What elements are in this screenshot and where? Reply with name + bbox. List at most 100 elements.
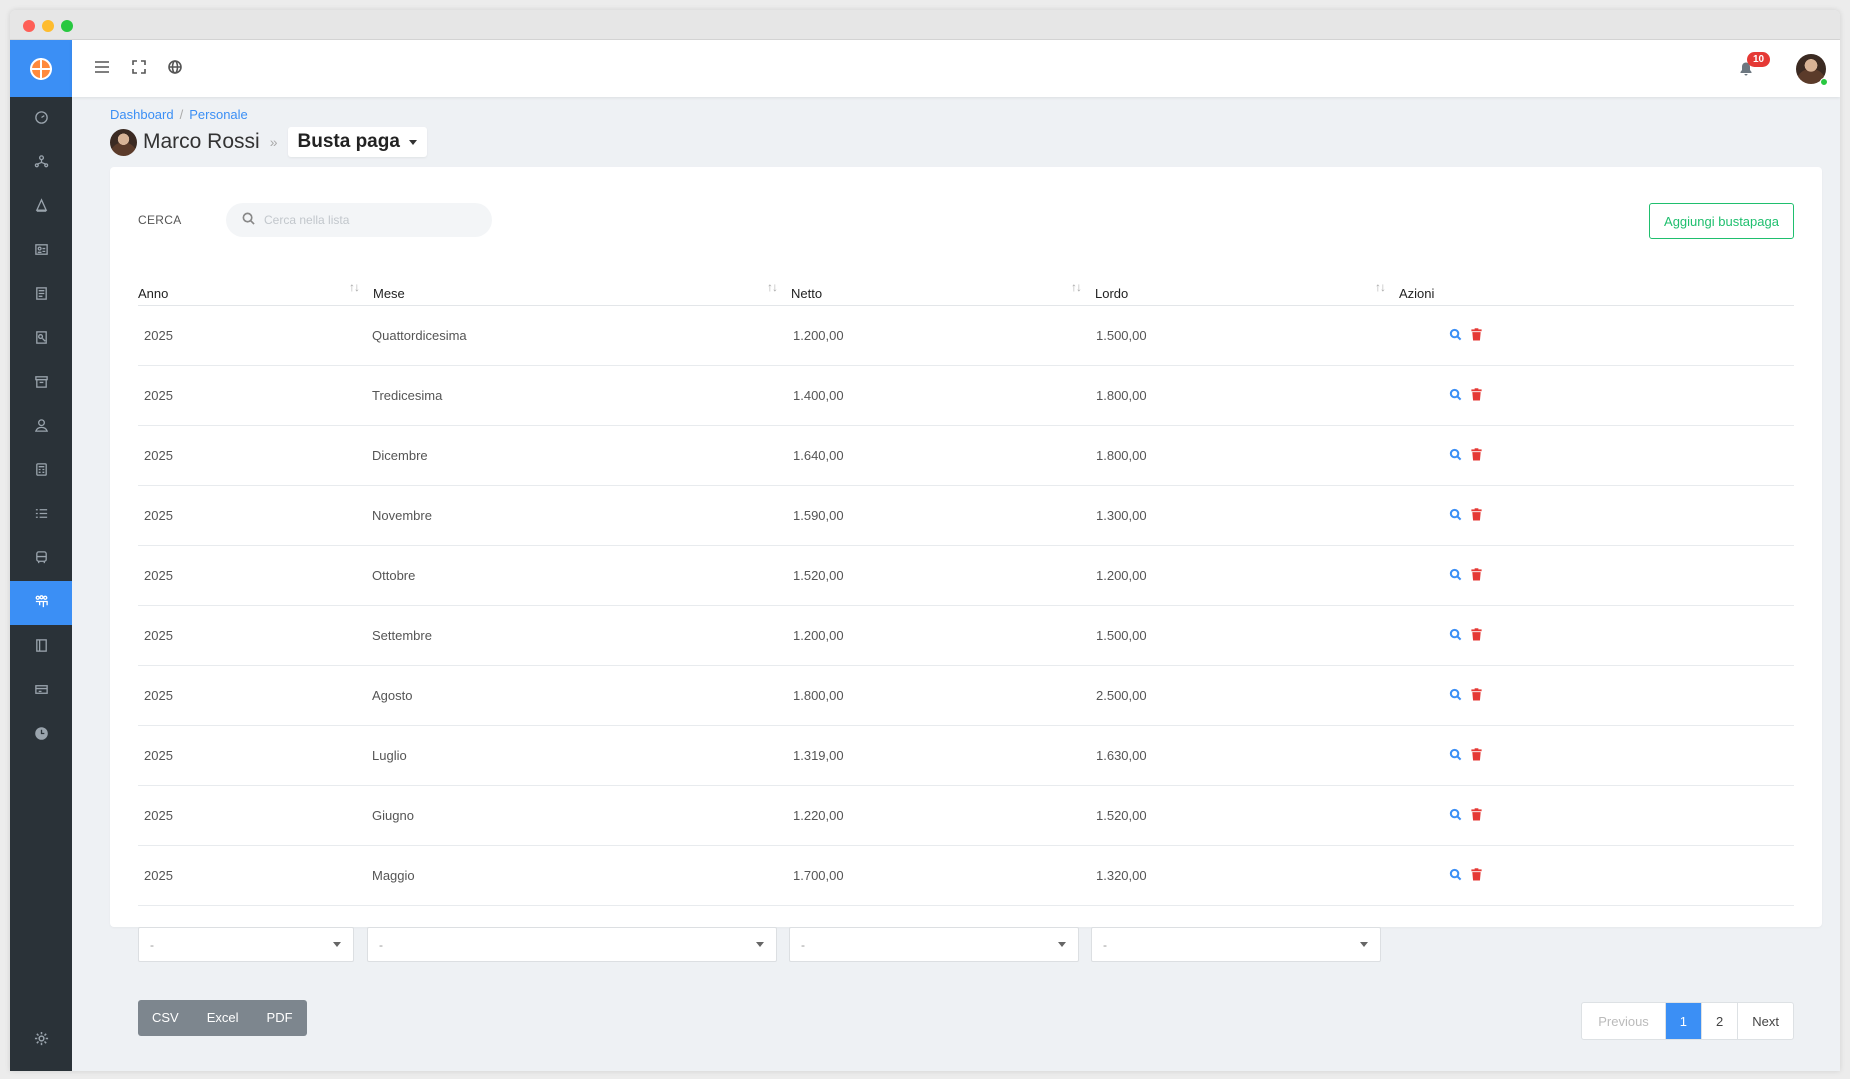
online-status-indicator <box>1820 78 1828 86</box>
delete-button[interactable] <box>1470 568 1484 582</box>
trash-icon <box>1470 808 1483 824</box>
magnifier-icon <box>1449 508 1462 524</box>
fullscreen-icon <box>130 58 148 79</box>
export-excel-button[interactable]: Excel <box>193 1000 253 1036</box>
payslip-card: CERCA Aggiungi bustapaga Anno ↑↓ Mese ↑↓… <box>110 167 1822 1040</box>
delete-button[interactable] <box>1470 328 1484 342</box>
column-header-mese[interactable]: Mese <box>373 286 405 301</box>
basketball-logo-icon <box>30 57 52 80</box>
export-pdf-button[interactable]: PDF <box>253 1000 307 1036</box>
sidebar-item-user[interactable] <box>10 405 72 449</box>
column-header-anno[interactable]: Anno <box>138 286 168 301</box>
filter-lordo-select[interactable]: - <box>1091 927 1381 962</box>
maximize-window-button[interactable] <box>61 20 73 32</box>
sidebar-item-id-card[interactable] <box>10 229 72 273</box>
sidebar-item-clock[interactable] <box>10 713 72 757</box>
delete-button[interactable] <box>1470 748 1484 762</box>
table-row: 2025 Giugno 1.220,00 1.520,00 <box>138 786 1794 846</box>
view-button[interactable] <box>1449 388 1463 402</box>
filter-netto-select[interactable]: - <box>789 927 1079 962</box>
view-button[interactable] <box>1449 688 1463 702</box>
sidebar-settings[interactable] <box>10 1025 72 1055</box>
view-button[interactable] <box>1449 868 1463 882</box>
sidebar-item-book[interactable] <box>10 625 72 669</box>
sidebar-item-ticket[interactable] <box>10 669 72 713</box>
sidebar-item-report[interactable] <box>10 317 72 361</box>
view-button[interactable] <box>1449 808 1463 822</box>
document-icon <box>34 286 49 304</box>
sidebar-item-pen[interactable] <box>10 185 72 229</box>
view-button[interactable] <box>1449 568 1463 582</box>
delete-button[interactable] <box>1470 628 1484 642</box>
view-button[interactable] <box>1449 448 1463 462</box>
filter-value: - <box>150 938 154 952</box>
magnifier-icon <box>1449 628 1462 644</box>
cell-netto: 1.400,00 <box>793 388 844 403</box>
pagination-page-2[interactable]: 2 <box>1701 1003 1737 1039</box>
search-input[interactable] <box>264 213 464 227</box>
sort-icon[interactable]: ↑↓ <box>349 280 360 294</box>
sort-icon[interactable]: ↑↓ <box>1375 280 1386 294</box>
language-button[interactable] <box>165 58 185 78</box>
delete-button[interactable] <box>1470 688 1484 702</box>
delete-button[interactable] <box>1470 448 1484 462</box>
sidebar-item-archive[interactable] <box>10 361 72 405</box>
sidebar-item-bus[interactable] <box>10 537 72 581</box>
delete-button[interactable] <box>1470 808 1484 822</box>
column-header-lordo[interactable]: Lordo <box>1095 286 1128 301</box>
fullscreen-button[interactable] <box>129 58 149 78</box>
trash-icon <box>1470 868 1483 884</box>
search-box[interactable] <box>226 203 492 237</box>
filter-mese-select[interactable]: - <box>367 927 777 962</box>
sort-icon[interactable]: ↑↓ <box>1071 280 1082 294</box>
table-body: 2025 Quattordicesima 1.200,00 1.500,00 2025 T… <box>138 306 1794 906</box>
breadcrumb-personale[interactable]: Personale <box>189 107 248 122</box>
trash-icon <box>1470 388 1483 404</box>
minimize-window-button[interactable] <box>42 20 54 32</box>
delete-button[interactable] <box>1470 388 1484 402</box>
cell-anno: 2025 <box>144 688 173 703</box>
sidebar <box>10 40 72 1071</box>
cell-netto: 1.640,00 <box>793 448 844 463</box>
breadcrumb: Dashboard / Personale <box>110 107 248 122</box>
export-csv-button[interactable]: CSV <box>138 1000 193 1036</box>
view-button[interactable] <box>1449 508 1463 522</box>
sidebar-item-calculator[interactable] <box>10 449 72 493</box>
sidebar-item-dashboard[interactable] <box>10 97 72 141</box>
sidebar-item-list[interactable] <box>10 493 72 537</box>
sidebar-item-team[interactable] <box>10 581 72 625</box>
cell-lordo: 1.500,00 <box>1096 328 1147 343</box>
filter-anno-select[interactable]: - <box>138 927 354 962</box>
notifications-button[interactable]: 10 <box>1738 52 1771 80</box>
table-header: Anno ↑↓ Mese ↑↓ Netto ↑↓ Lordo ↑↓ Azioni <box>138 262 1794 306</box>
pagination-previous[interactable]: Previous <box>1582 1003 1665 1039</box>
column-header-netto[interactable]: Netto <box>791 286 822 301</box>
list-icon <box>34 506 49 524</box>
table-row: 2025 Ottobre 1.520,00 1.200,00 <box>138 546 1794 606</box>
app-logo[interactable] <box>10 40 72 97</box>
dropdown-arrow-icon <box>756 942 764 947</box>
view-button[interactable] <box>1449 748 1463 762</box>
close-window-button[interactable] <box>23 20 35 32</box>
search-icon <box>242 212 255 228</box>
pagination-page-1[interactable]: 1 <box>1664 1003 1702 1039</box>
view-button[interactable] <box>1449 628 1463 642</box>
network-icon <box>34 154 49 172</box>
delete-button[interactable] <box>1470 508 1484 522</box>
add-payslip-button[interactable]: Aggiungi bustapaga <box>1649 203 1794 239</box>
section-dropdown[interactable]: Busta paga <box>287 127 427 157</box>
filter-value: - <box>1103 938 1107 952</box>
view-button[interactable] <box>1449 328 1463 342</box>
book-icon <box>34 638 49 656</box>
sidebar-item-document[interactable] <box>10 273 72 317</box>
filter-value: - <box>379 938 383 952</box>
pagination-next[interactable]: Next <box>1737 1003 1793 1039</box>
breadcrumb-dashboard[interactable]: Dashboard <box>110 107 174 122</box>
menu-toggle-button[interactable] <box>92 58 112 78</box>
cell-lordo: 1.300,00 <box>1096 508 1147 523</box>
delete-button[interactable] <box>1470 868 1484 882</box>
cell-anno: 2025 <box>144 508 173 523</box>
sort-icon[interactable]: ↑↓ <box>767 280 778 294</box>
cell-lordo: 2.500,00 <box>1096 688 1147 703</box>
sidebar-item-network[interactable] <box>10 141 72 185</box>
